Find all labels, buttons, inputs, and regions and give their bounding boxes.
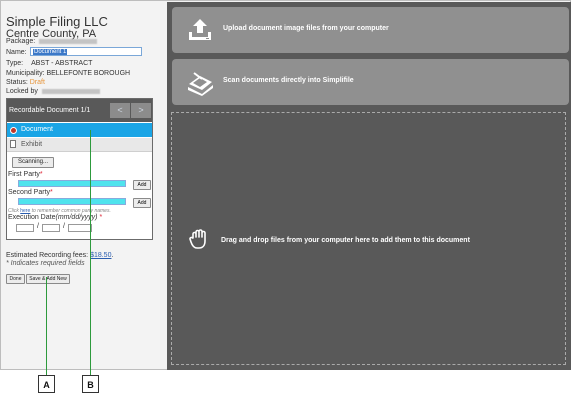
add-second-party-button[interactable]: Add bbox=[133, 198, 151, 208]
type-row: Type: ABST - ABSTRACT bbox=[6, 60, 92, 67]
save-add-new-button[interactable]: Save & Add New bbox=[26, 274, 70, 284]
done-button[interactable]: Done bbox=[6, 274, 25, 284]
upload-files-label: Upload document image files from your co… bbox=[223, 25, 389, 32]
document-item-label: Document bbox=[21, 126, 53, 133]
scanning-button[interactable]: Scanning... bbox=[12, 157, 54, 168]
callout-line-a bbox=[46, 277, 47, 375]
app-frame: Simple Filing LLC Centre County, PA Pack… bbox=[0, 0, 571, 370]
hand-icon bbox=[189, 229, 206, 249]
drag-drop-label: Drag and drop files from your computer h… bbox=[221, 237, 470, 244]
scan-documents-label: Scan documents directly into Simplifile bbox=[223, 77, 354, 84]
type-value: ABST - ABSTRACT bbox=[31, 60, 93, 67]
second-party-input[interactable] bbox=[18, 198, 126, 205]
company-name: Simple Filing LLC bbox=[6, 14, 108, 29]
municipality-label: Municipality: bbox=[6, 70, 45, 77]
execution-year-input[interactable] bbox=[68, 224, 92, 232]
execution-date-label-text: Execution Date bbox=[8, 214, 56, 221]
scan-documents-button[interactable]: Scan documents directly into Simplifile bbox=[172, 59, 569, 105]
name-input[interactable]: Document 1 bbox=[30, 47, 142, 56]
name-input-value: Document 1 bbox=[33, 49, 68, 55]
package-label: Package: bbox=[6, 38, 36, 45]
document-sidebar: Simple Filing LLC Centre County, PA Pack… bbox=[2, 2, 166, 369]
municipality-row: Municipality: BELLEFONTE BOROUGH bbox=[6, 70, 130, 77]
required-note-text: * Indicates required fields bbox=[6, 260, 85, 267]
locked-row: Locked by bbox=[6, 88, 100, 95]
recordable-document-panel: Recordable Document 1/1 < > Document Exh… bbox=[6, 98, 153, 240]
callout-line-b bbox=[90, 130, 91, 375]
upload-area: Upload document image files from your co… bbox=[167, 2, 571, 370]
execution-date-format: (mm/dd/yyyy) bbox=[55, 214, 98, 221]
fees-period: . bbox=[111, 252, 114, 259]
exhibit-item[interactable]: Exhibit bbox=[7, 138, 152, 152]
first-party-input[interactable] bbox=[18, 180, 126, 187]
drag-drop-zone[interactable]: Drag and drop files from your computer h… bbox=[171, 112, 566, 365]
document-panel-title: Recordable Document 1/1 bbox=[9, 107, 91, 114]
add-first-party-button[interactable]: Add bbox=[133, 180, 151, 190]
first-party-label: First Party* bbox=[8, 171, 43, 178]
upload-files-button[interactable]: Upload document image files from your co… bbox=[172, 7, 569, 53]
page-icon bbox=[10, 140, 16, 148]
locked-label: Locked by bbox=[6, 88, 38, 95]
fees-amount-link[interactable]: $18.50 bbox=[90, 252, 111, 259]
municipality-value: BELLEFONTE BOROUGH bbox=[46, 70, 131, 77]
document-item[interactable]: Document bbox=[7, 123, 152, 137]
execution-month-input[interactable] bbox=[16, 224, 34, 232]
execution-day-input[interactable] bbox=[42, 224, 60, 232]
previous-document-button[interactable]: < bbox=[110, 103, 130, 118]
package-row: Package: bbox=[6, 38, 98, 45]
scanner-icon bbox=[188, 72, 213, 96]
name-label: Name: bbox=[6, 49, 27, 56]
callout-b: B bbox=[82, 375, 99, 393]
status-row: Status: Draft bbox=[6, 79, 45, 86]
package-value-redacted bbox=[39, 38, 98, 44]
next-document-button[interactable]: > bbox=[131, 103, 151, 118]
date-separator: / bbox=[37, 223, 39, 230]
date-separator: / bbox=[63, 223, 65, 230]
second-party-label: Second Party* bbox=[8, 189, 53, 196]
locked-value-redacted bbox=[41, 88, 100, 94]
second-party-label-text: Second Party bbox=[8, 189, 51, 196]
type-label: Type: bbox=[6, 60, 24, 67]
document-panel-header: Recordable Document 1/1 < > bbox=[7, 99, 152, 122]
execution-date-label: Execution Date(mm/dd/yyyy) * bbox=[8, 214, 102, 221]
required-mark: * bbox=[99, 214, 103, 221]
exhibit-item-label: Exhibit bbox=[21, 141, 43, 148]
required-mark: * bbox=[50, 189, 53, 196]
estimated-fees: Estimated Recording fees: $18.50. bbox=[6, 252, 113, 259]
status-label: Status: bbox=[6, 79, 28, 86]
first-party-label-text: First Party bbox=[8, 171, 40, 178]
fees-label: Estimated Recording fees: bbox=[6, 252, 89, 259]
callout-a: A bbox=[38, 375, 55, 393]
status-value: Draft bbox=[29, 79, 45, 86]
required-mark: * bbox=[39, 171, 43, 178]
upload-icon bbox=[189, 19, 211, 40]
radio-selected-icon bbox=[10, 127, 17, 134]
required-fields-note: * Indicates required fields bbox=[6, 260, 85, 267]
